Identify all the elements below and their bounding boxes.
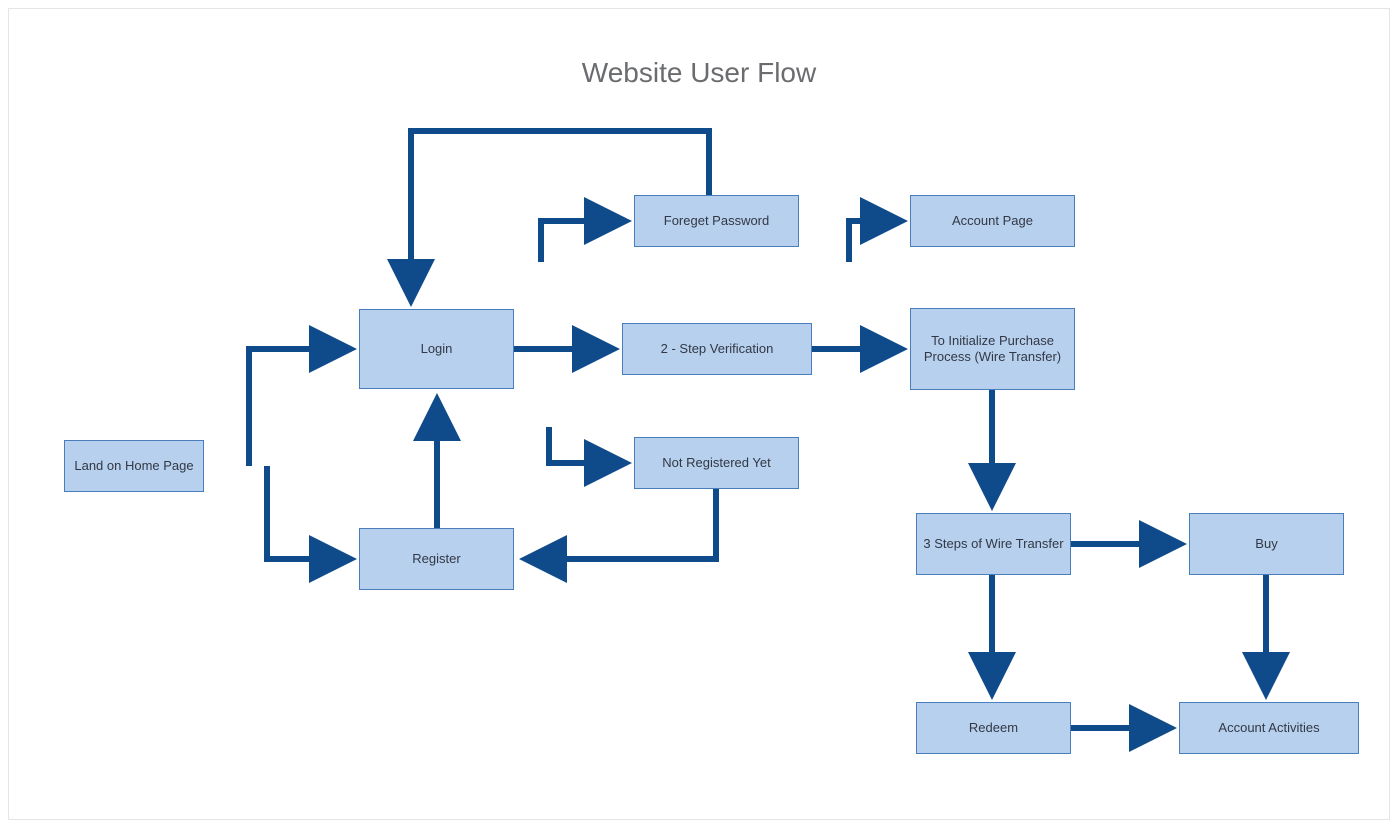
edge-login-notreg	[549, 427, 624, 463]
node-activities: Account Activities	[1179, 702, 1359, 754]
node-label: Register	[412, 551, 460, 567]
node-label: Redeem	[969, 720, 1018, 736]
node-label: Login	[421, 341, 453, 357]
edge-login-forgot	[541, 221, 624, 262]
node-label: Account Page	[952, 213, 1033, 229]
node-label: Land on Home Page	[74, 458, 193, 474]
node-label: To Initialize Purchase Process (Wire Tra…	[917, 333, 1068, 366]
edge-notreg-register	[527, 489, 716, 559]
node-init-purchase: To Initialize Purchase Process (Wire Tra…	[910, 308, 1075, 390]
node-label: Buy	[1255, 536, 1277, 552]
node-label: 3 Steps of Wire Transfer	[923, 536, 1063, 552]
node-label: Not Registered Yet	[662, 455, 770, 471]
node-buy: Buy	[1189, 513, 1344, 575]
node-notreg: Not Registered Yet	[634, 437, 799, 489]
node-label: Account Activities	[1218, 720, 1319, 736]
node-home: Land on Home Page	[64, 440, 204, 492]
node-wire3: 3 Steps of Wire Transfer	[916, 513, 1071, 575]
node-account-page: Account Page	[910, 195, 1075, 247]
node-forgot: Foreget Password	[634, 195, 799, 247]
edge-home-login	[249, 349, 349, 466]
node-register: Register	[359, 528, 514, 590]
node-label: 2 - Step Verification	[661, 341, 774, 357]
node-label: Foreget Password	[664, 213, 770, 229]
node-redeem: Redeem	[916, 702, 1071, 754]
connectors-layer	[9, 9, 1391, 821]
node-login: Login	[359, 309, 514, 389]
diagram-title: Website User Flow	[9, 57, 1389, 89]
diagram-frame: Website User Flow Land on Home Page Logi…	[8, 8, 1390, 820]
node-twostep: 2 - Step Verification	[622, 323, 812, 375]
edge-forgot-account	[849, 221, 900, 262]
edge-home-register	[267, 466, 349, 559]
